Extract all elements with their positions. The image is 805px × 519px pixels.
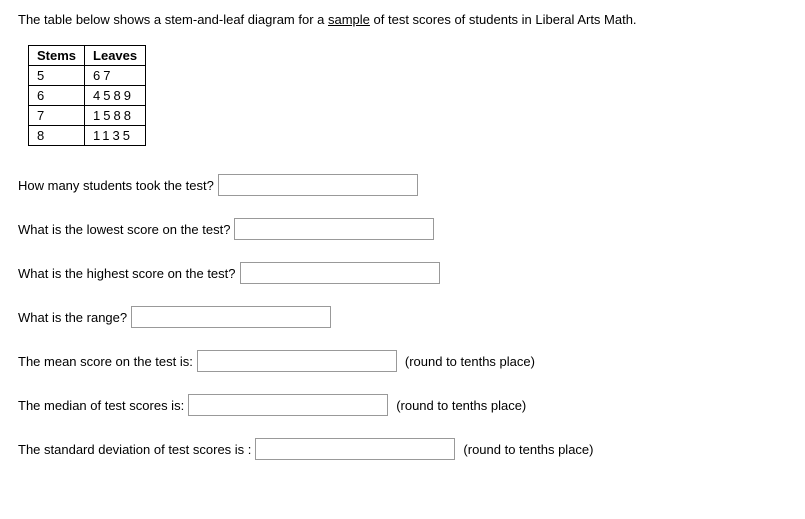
q4-label: What is the range? (18, 310, 127, 325)
question-stddev: The standard deviation of test scores is… (18, 438, 787, 460)
question-count: How many students took the test? (18, 174, 787, 196)
q7-hint: (round to tenths place) (463, 442, 593, 457)
question-highest: What is the highest score on the test? (18, 262, 787, 284)
q4-input[interactable] (131, 306, 331, 328)
stem-cell: 5 (29, 66, 85, 86)
q5-hint: (round to tenths place) (405, 354, 535, 369)
question-mean: The mean score on the test is: (round to… (18, 350, 787, 372)
header-leaves: Leaves (85, 46, 146, 66)
q2-input[interactable] (234, 218, 434, 240)
table-row: 5 67 (29, 66, 146, 86)
stem-cell: 7 (29, 106, 85, 126)
q2-label: What is the lowest score on the test? (18, 222, 230, 237)
table-row: 8 1135 (29, 126, 146, 146)
question-range: What is the range? (18, 306, 787, 328)
q7-label: The standard deviation of test scores is… (18, 442, 251, 457)
q3-input[interactable] (240, 262, 440, 284)
leaves-cell: 1588 (85, 106, 146, 126)
question-lowest: What is the lowest score on the test? (18, 218, 787, 240)
header-stems: Stems (29, 46, 85, 66)
stem-cell: 8 (29, 126, 85, 146)
leaves-cell: 67 (85, 66, 146, 86)
q1-label: How many students took the test? (18, 178, 214, 193)
q5-label: The mean score on the test is: (18, 354, 193, 369)
intro-text: The table below shows a stem-and-leaf di… (18, 12, 787, 27)
q6-label: The median of test scores is: (18, 398, 184, 413)
table-row: 6 4589 (29, 86, 146, 106)
q5-input[interactable] (197, 350, 397, 372)
question-median: The median of test scores is: (round to … (18, 394, 787, 416)
intro-post: of test scores of students in Liberal Ar… (370, 12, 637, 27)
q3-label: What is the highest score on the test? (18, 266, 236, 281)
leaves-cell: 1135 (85, 126, 146, 146)
q6-input[interactable] (188, 394, 388, 416)
intro-sample-underlined: sample (328, 12, 370, 27)
leaves-cell: 4589 (85, 86, 146, 106)
q7-input[interactable] (255, 438, 455, 460)
q6-hint: (round to tenths place) (396, 398, 526, 413)
intro-pre: The table below shows a stem-and-leaf di… (18, 12, 328, 27)
table-header-row: Stems Leaves (29, 46, 146, 66)
table-row: 7 1588 (29, 106, 146, 126)
q1-input[interactable] (218, 174, 418, 196)
stem-cell: 6 (29, 86, 85, 106)
stem-leaf-table: Stems Leaves 5 67 6 4589 7 1588 8 1135 (28, 45, 146, 146)
